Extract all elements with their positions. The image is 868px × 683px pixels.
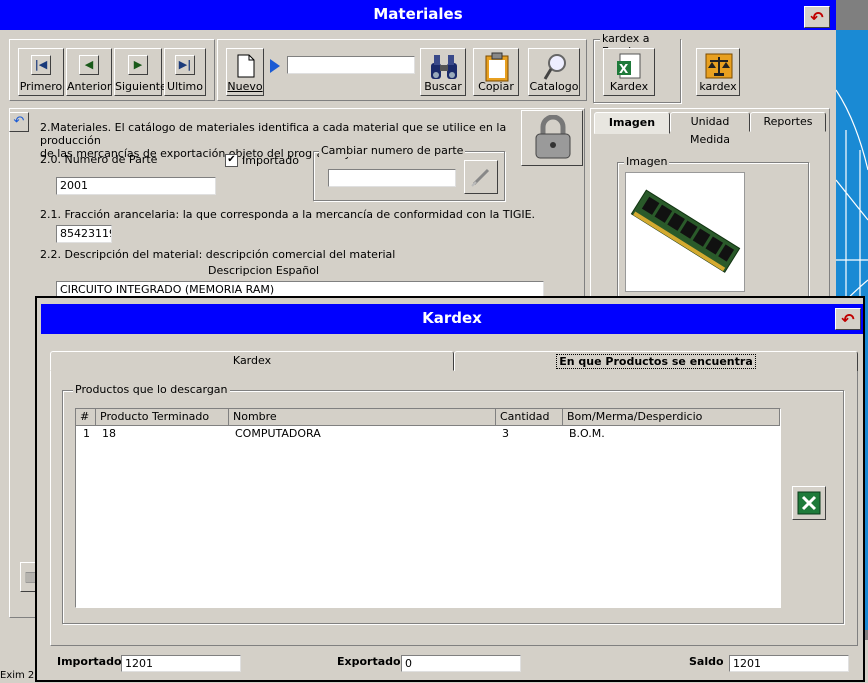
cell-product: 18 [102,427,116,440]
balance-field[interactable]: 1201 [729,655,849,672]
col-header-qty[interactable]: Cantidad [496,409,563,426]
padlock-icon [535,115,571,159]
cell-num: 1 [83,427,90,440]
last-button-label: Ultimo [167,80,203,93]
tab-kardex-label: Kardex [232,354,272,367]
part-number-field[interactable]: 2001 [56,177,216,195]
table-row[interactable]: 1 18 COMPUTADORA 3 B.O.M. [76,427,780,441]
copy-button-label: Copiar [478,80,514,93]
catalog-button-label: Catalogo [529,80,579,93]
imported-total-field[interactable]: 1201 [121,655,241,672]
last-button[interactable]: ▶| Ultimo [164,48,206,96]
tariff-label: 2.1. Fracción arancelaria: la que corres… [40,208,536,221]
copy-button[interactable]: Copiar [473,48,519,96]
new-button-label: Nuevo [227,80,263,93]
material-image [625,172,745,292]
materiales-close-button[interactable]: ↶ [804,6,830,28]
new-document-icon [237,54,255,78]
last-record-icon: ▶| [175,55,195,75]
new-button[interactable]: Nuevo [226,48,264,96]
material-desc-label: 2.2. Descripción del material: descripci… [40,248,396,261]
kardex-button-label: kardex [699,80,737,93]
col-header-product[interactable]: Producto Terminado [96,409,229,426]
balance-label: Saldo [689,655,724,668]
search-button-label: Buscar [424,80,462,93]
part-number-label: 2.0. Numero de Parte [40,153,158,166]
imported-total-label: Importado [57,655,122,668]
cell-name: COMPUTADORA [235,427,321,440]
binoculars-icon [431,55,457,79]
spanish-desc-label: Descripcion Español [208,264,320,277]
prev-button[interactable]: ◀ Anterior [66,48,112,96]
checkmark-icon: ✔ [227,154,236,165]
refresh-icon: ↶ [13,114,25,129]
tab-unidad-medida-label: Unidad Medida [689,115,731,146]
first-record-icon: |◀ [31,55,51,75]
exported-total-label: Exportado [337,655,401,668]
prev-button-label: Anterior [67,80,112,93]
undo-arrow-icon: ↶ [810,7,824,27]
next-record-icon: ▶ [128,55,148,75]
kardex-button[interactable]: kardex [696,48,740,96]
change-part-group-label: Cambiar numero de parte [319,144,466,157]
imported-checkbox-label: Importado [242,154,299,167]
kardex-titlebar: Kardex [41,304,863,334]
play-arrow-icon [270,59,280,73]
change-part-field[interactable] [328,169,456,187]
image-group-label: Imagen [624,155,670,168]
export-excel-button[interactable] [792,486,826,520]
cell-qty: 3 [502,427,509,440]
materiales-title: Materiales [373,5,463,23]
excel-icon: X [617,53,641,79]
kardex-window: Kardex ↶ Kardex En que Productos se encu… [35,296,865,682]
tab-kardex[interactable]: Kardex [50,351,454,371]
cell-bom: B.O.M. [569,427,605,440]
kardex-excel-button[interactable]: X Kardex [603,48,655,96]
ram-module-icon [630,189,741,273]
tab-products-found[interactable]: En que Productos se encuentra [454,351,858,373]
magnifier-icon [543,54,566,80]
previous-record-icon: ◀ [79,55,99,75]
products-grid[interactable]: # Producto Terminado Nombre Cantidad Bom… [75,408,781,608]
excel-icon [797,491,821,515]
col-header-name[interactable]: Nombre [229,409,496,426]
search-button[interactable]: Buscar [420,48,466,96]
exported-total-field[interactable]: 0 [401,655,521,672]
svg-text:X: X [619,62,629,76]
pen-icon [471,168,490,187]
tab-reportes-label: Reportes [763,115,813,128]
refresh-button[interactable]: ↶ [9,112,29,132]
next-button-label: Siguiente [115,80,167,93]
imported-checkbox[interactable]: ✔ [225,154,238,167]
kardex-close-button[interactable]: ↶ [835,308,861,330]
tab-imagen-label: Imagen [608,116,656,129]
scale-icon [705,53,733,79]
materiales-titlebar: Materiales [0,0,836,30]
col-header-num[interactable]: # [76,409,96,426]
tab-reportes[interactable]: Reportes [750,112,826,132]
tab-products-found-label: En que Productos se encuentra [556,354,756,369]
lock-button[interactable] [521,110,583,166]
clipboard-icon [485,52,509,82]
col-header-bom[interactable]: Bom/Merma/Desperdicio [563,409,780,426]
tariff-field[interactable]: 85423119 [56,225,112,243]
kardex-excel-button-label: Kardex [609,80,649,93]
tab-unidad-medida[interactable]: Unidad Medida [670,112,750,146]
products-group-label: Productos que lo descargan [73,383,230,396]
next-button[interactable]: ▶ Siguiente [114,48,167,96]
catalog-button[interactable]: Catalogo [528,48,580,96]
undo-arrow-icon: ↶ [841,309,855,329]
tab-imagen[interactable]: Imagen [594,112,670,134]
change-part-button[interactable] [464,160,498,194]
first-button[interactable]: |◀ Primero [18,48,64,96]
kardex-title: Kardex [422,309,482,327]
first-button-label: Primero [19,80,63,93]
record-search-input[interactable] [287,56,415,74]
